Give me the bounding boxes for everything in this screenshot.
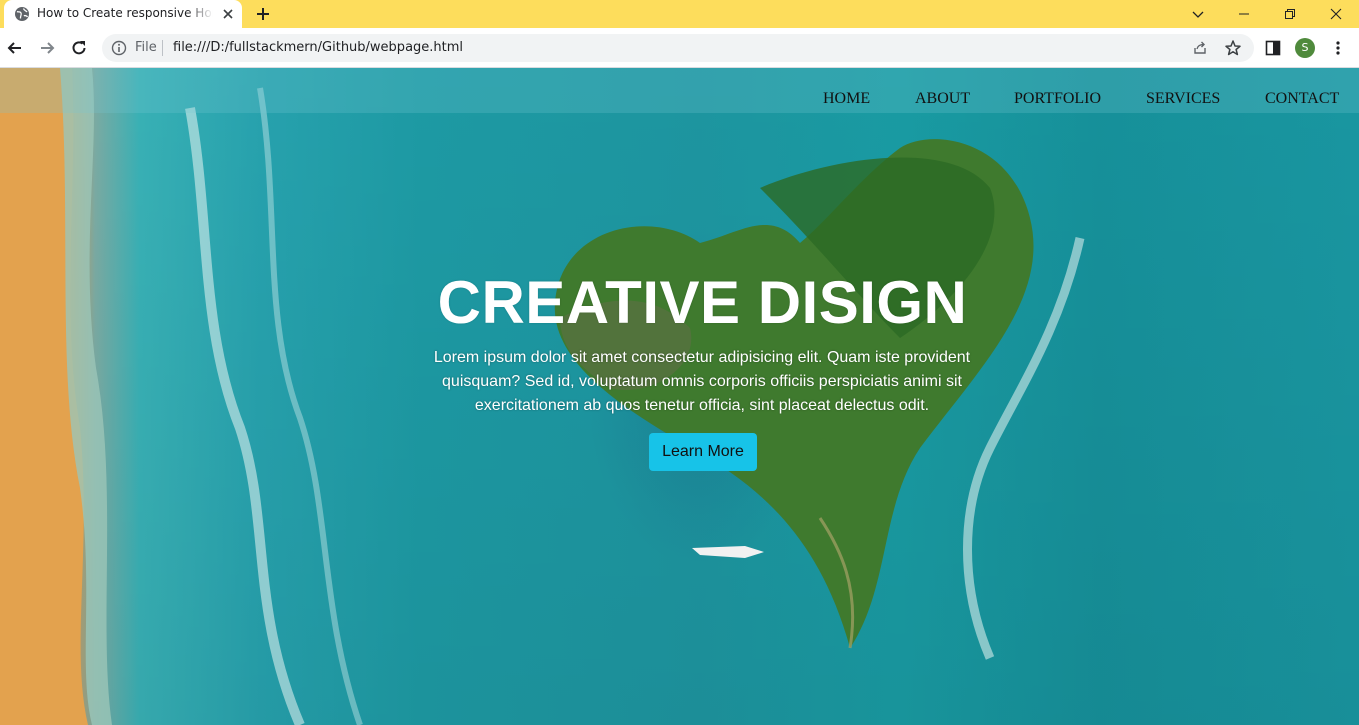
minimize-icon (1239, 13, 1249, 15)
nav-link-home[interactable]: HOME (823, 90, 870, 108)
page-viewport: HOME ABOUT PORTFOLIO SERVICES CONTACT CR… (0, 68, 1359, 725)
window-close-button[interactable] (1313, 0, 1359, 28)
forward-arrow-icon[interactable] (37, 38, 57, 58)
address-bar[interactable]: File file:///D:/fullstackmern/Github/web… (102, 34, 1254, 62)
chevron-down-icon (1192, 11, 1204, 18)
scheme-label: File (135, 40, 157, 55)
restore-button[interactable] (1267, 0, 1313, 28)
nav-link-portfolio[interactable]: PORTFOLIO (1014, 90, 1101, 108)
side-panel-icon[interactable] (1265, 40, 1281, 56)
browser-tab[interactable]: How to Create responsive Homepage (4, 0, 242, 28)
star-icon[interactable] (1224, 39, 1242, 57)
hero-description: Lorem ipsum dolor sit amet consectetur a… (433, 349, 971, 414)
profile-avatar[interactable]: S (1295, 38, 1315, 58)
learn-more-button[interactable]: Learn More (649, 433, 757, 471)
info-icon[interactable] (111, 40, 127, 56)
url-text[interactable]: file:///D:/fullstackmern/Github/webpage.… (173, 40, 463, 55)
tab-strip: How to Create responsive Homepage (0, 0, 1359, 28)
restore-icon (1285, 9, 1295, 19)
window-close-icon (1330, 8, 1342, 20)
close-icon[interactable] (220, 6, 236, 22)
browser-toolbar: File file:///D:/fullstackmern/Github/web… (0, 28, 1359, 68)
hero-title: CREATIVE DISIGN (437, 269, 968, 336)
site-navbar: HOME ABOUT PORTFOLIO SERVICES CONTACT (0, 68, 1359, 113)
back-arrow-icon[interactable] (5, 38, 25, 58)
reload-icon[interactable] (69, 38, 89, 58)
nav-link-about[interactable]: ABOUT (915, 90, 970, 108)
share-icon[interactable] (1192, 40, 1208, 56)
plus-icon[interactable] (254, 5, 272, 23)
nav-link-services[interactable]: SERVICES (1146, 90, 1220, 108)
omnibox-divider (162, 40, 163, 56)
nav-link-contact[interactable]: CONTACT (1265, 90, 1339, 108)
tab-title: How to Create responsive Homepage (37, 6, 213, 20)
tab-search-button[interactable] (1175, 0, 1221, 28)
kebab-menu-icon[interactable] (1330, 40, 1346, 56)
minimize-button[interactable] (1221, 0, 1267, 28)
globe-icon (15, 7, 29, 21)
